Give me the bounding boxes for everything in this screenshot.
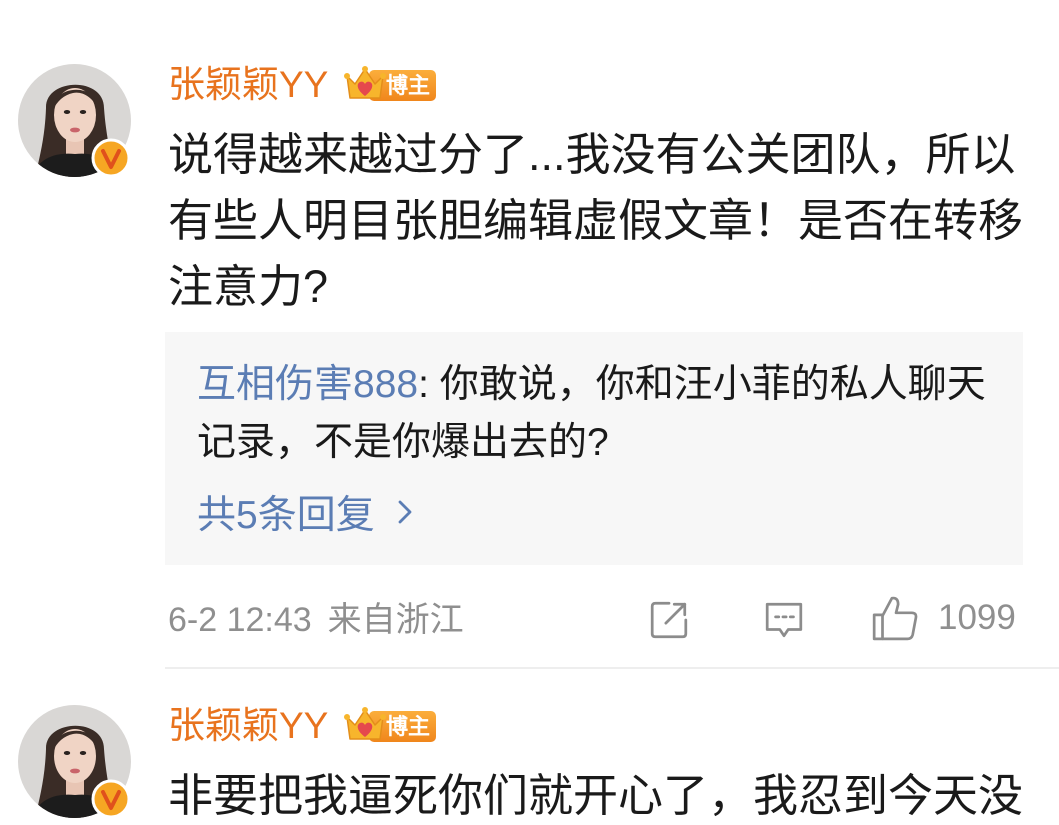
more-replies-label: 共5条回复 [197,494,375,537]
comment-item: 张颖颖YY 博主 非要把我逼死你们就开心了，我忍到今天没 [0,641,1059,825]
reply-preview-line: 互相伤害888: 你敢说，你和汪小菲的私人聊天 [197,356,1007,414]
verified-v-icon-graphic [91,779,131,819]
crown-icon [344,707,386,740]
share-button[interactable] [647,599,691,641]
comment-timestamp: 6-2 12:43 [168,601,312,639]
comment-meta: 6-2 12:43 来自浙江 [168,597,464,643]
crown-icon [344,66,386,99]
more-replies-link[interactable]: 共5条回复 [197,483,413,541]
like-button[interactable]: 1099 [870,592,1016,644]
comment-text-line: 注意力? [168,261,329,312]
comment-button[interactable] [762,599,806,641]
role-badge: 博主 [343,63,438,105]
badge-label: 博主 [385,73,430,98]
reply-preview-line: 记录，不是你爆出去的? [197,421,609,464]
comment-icon [765,602,803,638]
thumbs-up-icon [872,596,918,641]
username-link[interactable]: 张颖颖YY [168,702,328,750]
chevron-right-icon [398,500,412,524]
comment-location: 来自浙江 [327,601,464,639]
reply-text: : 你敢说，你和汪小菲的私人聊天 [418,363,986,406]
reply-author-link[interactable]: 互相伤害888 [197,363,418,406]
comment-text: 说得越来越过分了...我没有公关团队，所以 有些人明目张胆编辑虚假文章！是否在转… [168,122,1038,320]
reply-preview-box[interactable]: 互相伤害888: 你敢说，你和汪小菲的私人聊天 记录，不是你爆出去的? 共5条回… [165,332,1023,565]
comment-text-line: 非要把我逼死你们就开心了，我忍到今天没 [168,770,1024,821]
verified-v-icon [91,138,131,178]
comment-text-line: 有些人明目张胆编辑虚假文章！是否在转移 [168,195,1024,246]
badge-label: 博主 [385,714,430,739]
like-count: 1099 [938,598,1016,637]
comment-feed: 张颖颖YY 博主 说得越来越过分了...我没有公关团队，所以 有些人明目张胆编辑… [0,0,1059,825]
comment-text: 非要把我逼死你们就开心了，我忍到今天没 [168,763,1038,823]
role-badge: 博主 [343,704,438,746]
comment-text-line: 说得越来越过分了...我没有公关团队，所以 [168,129,1016,180]
verified-v-icon [91,779,131,819]
verified-v-icon-graphic [91,138,131,178]
share-icon [650,601,688,639]
comment-item: 张颖颖YY 博主 说得越来越过分了...我没有公关团队，所以 有些人明目张胆编辑… [0,0,1059,670]
username-link[interactable]: 张颖颖YY [168,61,328,109]
